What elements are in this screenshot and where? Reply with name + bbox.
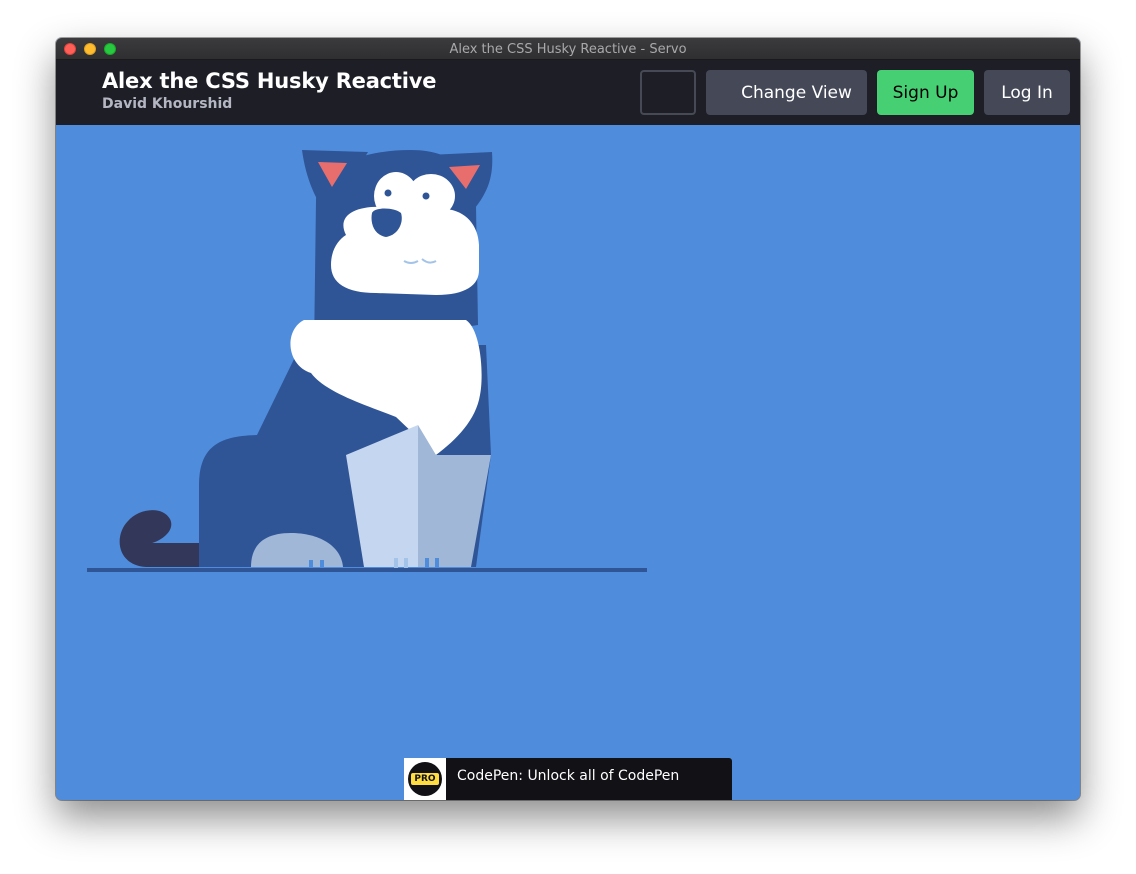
promo-text[interactable]: CodePen: Unlock all of CodePen xyxy=(457,768,679,784)
husky-toe xyxy=(320,560,324,568)
pro-badge-icon: PRO xyxy=(408,762,442,796)
husky-illustration xyxy=(87,150,647,572)
title-bar: Alex the CSS Husky Reactive - Servo xyxy=(56,38,1080,60)
husky-toe xyxy=(394,558,398,568)
husky-tail xyxy=(119,510,206,567)
husky-muzzle xyxy=(331,206,479,295)
sign-up-button[interactable]: Sign Up xyxy=(877,70,974,115)
pen-author[interactable]: David Khourshid xyxy=(102,96,232,112)
change-view-label: Change View xyxy=(741,82,852,103)
husky-toe xyxy=(309,560,313,568)
pro-badge-box: PRO xyxy=(404,758,446,800)
pen-title[interactable]: Alex the CSS Husky Reactive xyxy=(102,69,437,93)
husky-right-eye xyxy=(422,192,430,200)
log-in-button[interactable]: Log In xyxy=(984,70,1070,115)
heart-button[interactable] xyxy=(640,70,696,115)
pen-preview xyxy=(56,125,1080,800)
change-view-button[interactable]: Change View xyxy=(706,70,867,115)
husky-toe xyxy=(404,558,408,568)
husky-toe xyxy=(435,558,439,568)
sign-up-label: Sign Up xyxy=(892,82,959,103)
window-title: Alex the CSS Husky Reactive - Servo xyxy=(449,42,687,57)
browser-window: Alex the CSS Husky Reactive - Servo Alex… xyxy=(56,38,1080,800)
pro-badge-label: PRO xyxy=(411,773,439,785)
husky-left-eye xyxy=(384,189,392,197)
ground-line xyxy=(87,568,647,572)
husky-toe xyxy=(425,558,429,568)
pen-header: Alex the CSS Husky Reactive David Khours… xyxy=(56,60,1080,125)
log-in-label: Log In xyxy=(1001,82,1053,103)
codepen-pro-banner[interactable]: PRO CodePen: Unlock all of CodePen xyxy=(404,758,732,800)
